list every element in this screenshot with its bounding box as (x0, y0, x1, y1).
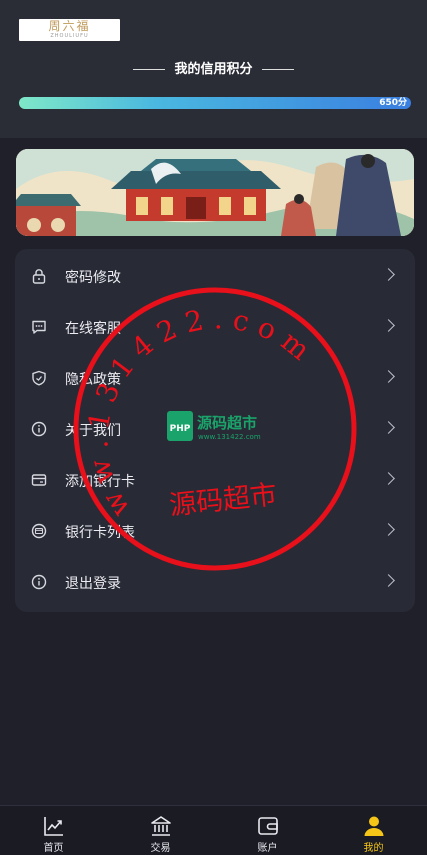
tab-label: 我的 (363, 843, 384, 854)
tab-account[interactable]: 账户 (214, 806, 321, 855)
title-divider-right (261, 69, 294, 70)
menu-item-privacy-policy[interactable]: 隐私政策 (15, 353, 415, 404)
tab-label: 账户 (257, 843, 278, 854)
info-icon (31, 421, 47, 437)
chart-icon (44, 817, 63, 836)
chevron-right-icon (382, 574, 395, 587)
menu-item-label: 退出登录 (65, 576, 121, 592)
palace-illustration (16, 149, 414, 236)
chevron-right-icon (382, 370, 395, 383)
tab-mine[interactable]: 我的 (320, 806, 427, 855)
tab-label: 首页 (43, 843, 64, 854)
credit-score-value: 650分 (379, 98, 407, 108)
menu-item-change-password[interactable]: 密码修改 (15, 251, 415, 302)
profile-header: 周六福 ZHOULIUFU 我的信用积分 650分 (0, 0, 427, 138)
brand-logo: 周六福 ZHOULIUFU (19, 19, 120, 41)
logout-icon (31, 574, 47, 590)
chevron-right-icon (382, 523, 395, 536)
shield-icon (32, 370, 46, 386)
settings-menu: 密码修改 在线客服 隐私政策 关于我们 添加银行卡 银行卡列表 退出登录 (15, 249, 415, 612)
wallet-icon (258, 817, 278, 835)
credit-score-title-text: 我的信用积分 (174, 62, 253, 77)
logo-text: 周六福 (48, 19, 91, 33)
menu-item-label: 密码修改 (65, 270, 121, 286)
menu-item-label: 关于我们 (65, 423, 121, 439)
card-list-icon (31, 523, 47, 539)
card-add-icon (31, 474, 47, 486)
menu-item-logout[interactable]: 退出登录 (15, 557, 415, 608)
menu-item-add-bank-card[interactable]: 添加银行卡 (15, 455, 415, 506)
menu-item-bank-card-list[interactable]: 银行卡列表 (15, 506, 415, 557)
tab-trade[interactable]: 交易 (107, 806, 214, 855)
bank-icon (151, 816, 171, 836)
chevron-right-icon (382, 268, 395, 281)
menu-item-label: 在线客服 (65, 321, 121, 337)
chevron-right-icon (382, 421, 395, 434)
menu-item-label: 隐私政策 (65, 372, 121, 388)
credit-score-bar: 650分 (19, 97, 411, 109)
bottom-tab-bar: 首页 交易 账户 我的 (0, 805, 427, 855)
logo-subtext: ZHOULIUFU (50, 33, 89, 39)
credit-score-title: 我的信用积分 (0, 58, 427, 77)
menu-item-about-us[interactable]: 关于我们 (15, 404, 415, 455)
user-icon (364, 816, 384, 836)
chat-icon (32, 320, 46, 334)
menu-item-online-service[interactable]: 在线客服 (15, 302, 415, 353)
tab-label: 交易 (150, 843, 171, 854)
chevron-right-icon (382, 472, 395, 485)
menu-item-label: 银行卡列表 (65, 525, 135, 541)
promo-banner[interactable] (16, 149, 414, 236)
title-divider-left (133, 69, 166, 70)
tab-home[interactable]: 首页 (0, 806, 107, 855)
lock-icon (32, 269, 46, 284)
menu-item-label: 添加银行卡 (65, 474, 135, 490)
chevron-right-icon (382, 319, 395, 332)
